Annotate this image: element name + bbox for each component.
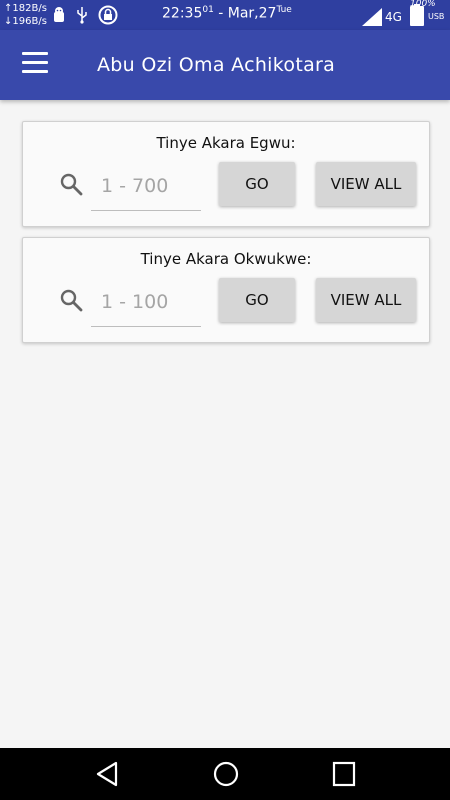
network-speed: ↑182B/s ↓196B/s bbox=[4, 2, 47, 28]
vpn-lock-icon bbox=[98, 5, 118, 25]
song-number-input[interactable] bbox=[91, 162, 201, 211]
clock-time: 22:35 bbox=[162, 5, 203, 22]
navigation-bar bbox=[0, 748, 450, 800]
status-bar: ↑182B/s ↓196B/s 22:3501 - Mar,27Tue 4G 1… bbox=[0, 0, 450, 30]
download-speed: ↓196B/s bbox=[4, 16, 47, 27]
usb-icon bbox=[77, 7, 87, 24]
page-title: Abu Ozi Oma Achikotara bbox=[97, 54, 336, 76]
battery-percent: 100% bbox=[410, 0, 436, 9]
creed-number-input[interactable] bbox=[91, 278, 201, 327]
signal-icon bbox=[362, 8, 382, 26]
search-icon bbox=[60, 173, 83, 196]
clock-seconds: 01 bbox=[202, 5, 214, 15]
android-debug-icon bbox=[54, 7, 64, 22]
search-icon bbox=[60, 289, 83, 312]
creed-view-all-button[interactable]: VIEW ALL bbox=[316, 278, 416, 322]
menu-icon[interactable] bbox=[22, 52, 48, 74]
clock-day: Tue bbox=[276, 5, 292, 15]
creed-go-button[interactable]: GO bbox=[219, 278, 295, 322]
recents-icon[interactable] bbox=[331, 760, 357, 788]
upload-speed: ↑182B/s bbox=[4, 3, 47, 14]
song-card-title: Tinye Akara Egwu: bbox=[156, 134, 296, 152]
network-type: 4G bbox=[385, 10, 402, 24]
app-bar: Abu Ozi Oma Achikotara bbox=[0, 30, 450, 100]
creed-card-title: Tinye Akara Okwukwe: bbox=[140, 250, 312, 268]
back-icon[interactable] bbox=[94, 760, 120, 788]
clock-date: - Mar,27 bbox=[213, 5, 277, 22]
clock: 22:3501 - Mar,27Tue bbox=[162, 5, 292, 22]
song-search-card: Tinye Akara Egwu: GO VIEW ALL bbox=[22, 121, 430, 227]
creed-search-card: Tinye Akara Okwukwe: GO VIEW ALL bbox=[22, 237, 430, 343]
home-icon[interactable] bbox=[212, 760, 240, 788]
song-view-all-button[interactable]: VIEW ALL bbox=[316, 162, 416, 206]
song-go-button[interactable]: GO bbox=[219, 162, 295, 206]
usb-label: USB bbox=[428, 12, 445, 21]
